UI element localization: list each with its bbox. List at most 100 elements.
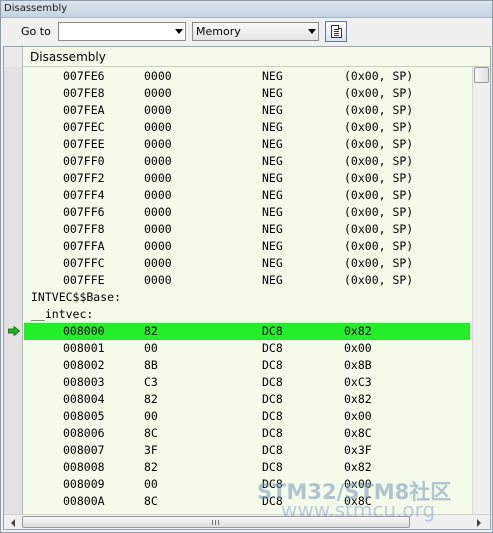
operand-cell: (0x00, SP) (344, 103, 414, 117)
mnemonic-cell: NEG (262, 171, 283, 185)
address-cell: 008005 (63, 409, 105, 423)
opcode-cell: 8C (144, 494, 158, 508)
instruction-row[interactable]: 007FF8 0000 NEG (0x00, SP) (24, 221, 470, 238)
address-cell: 008009 (63, 477, 105, 491)
instruction-row[interactable]: 008007 3F DC8 0x3F (24, 442, 470, 459)
operand-cell: (0x00, SP) (344, 120, 414, 134)
mnemonic-cell: DC8 (262, 392, 283, 406)
mnemonic-cell: DC8 (262, 426, 283, 440)
operand-cell: (0x00, SP) (344, 273, 414, 287)
goto-combobox[interactable] (58, 22, 186, 41)
goto-input[interactable] (61, 24, 169, 39)
mnemonic-cell: NEG (262, 273, 283, 287)
operand-cell: 0x82 (344, 324, 372, 338)
opcode-cell: 0000 (144, 171, 172, 185)
instruction-row[interactable]: 008005 00 DC8 0x00 (24, 408, 470, 425)
instruction-row[interactable]: 007FFE 0000 NEG (0x00, SP) (24, 272, 470, 289)
instruction-row[interactable]: 007FEC 0000 NEG (0x00, SP) (24, 119, 470, 136)
instruction-row[interactable]: 008006 8C DC8 0x8C (24, 425, 470, 442)
mnemonic-cell: NEG (262, 69, 283, 83)
operand-cell: (0x00, SP) (344, 256, 414, 270)
memory-select-value: Memory (196, 25, 241, 38)
chevron-down-icon[interactable] (308, 29, 316, 34)
vertical-scrollbar[interactable] (472, 67, 490, 514)
pane-header: Disassembly (4, 47, 490, 67)
mnemonic-cell: NEG (262, 205, 283, 219)
address-cell: 008000 (63, 324, 105, 338)
instruction-row[interactable]: 008003 C3 DC8 0xC3 (24, 374, 470, 391)
instruction-row[interactable]: 007FF4 0000 NEG (0x00, SP) (24, 187, 470, 204)
memory-select[interactable]: Memory (192, 22, 319, 41)
address-cell: 007FFE (63, 273, 105, 287)
mnemonic-cell: DC8 (262, 409, 283, 423)
operand-cell: (0x00, SP) (344, 86, 414, 100)
opcode-cell: 0000 (144, 239, 172, 253)
gutter-header (4, 47, 23, 67)
address-cell: 008001 (63, 341, 105, 355)
operand-cell: 0x8C (344, 426, 372, 440)
address-cell: 007FF4 (63, 188, 105, 202)
breakpoint-gutter[interactable] (4, 67, 23, 514)
address-cell: 008003 (63, 375, 105, 389)
disassembly-window: Disassembly Go to Memory Disassembly 007… (0, 0, 493, 533)
label-row[interactable]: INTVEC$$Base: (24, 289, 470, 306)
mnemonic-cell: NEG (262, 256, 283, 270)
window-title: Disassembly (4, 3, 68, 14)
document-button[interactable] (325, 21, 347, 42)
watermark-url: www.stmcu.org (281, 498, 436, 522)
address-cell: 00800A (63, 494, 105, 508)
instruction-row[interactable]: 007FEA 0000 NEG (0x00, SP) (24, 102, 470, 119)
code-label: __intvec: (31, 307, 94, 321)
opcode-cell: 0000 (144, 86, 172, 100)
disassembly-pane: Disassembly 007FE6 0000 NEG (0x00, SP) 007FE… (3, 46, 491, 530)
operand-cell: 0x00 (344, 409, 372, 423)
instruction-row[interactable]: 007FE6 0000 NEG (0x00, SP) (24, 68, 470, 85)
label-row[interactable]: __intvec: (24, 306, 470, 323)
instruction-row[interactable]: 007FF2 0000 NEG (0x00, SP) (24, 170, 470, 187)
mnemonic-cell: NEG (262, 103, 283, 117)
code-label: INTVEC$$Base: (31, 290, 122, 304)
operand-cell: 0x82 (344, 460, 372, 474)
address-cell: 008004 (63, 392, 105, 406)
opcode-cell: 3F (144, 443, 158, 457)
instruction-row[interactable]: 007FFA 0000 NEG (0x00, SP) (24, 238, 470, 255)
address-cell: 007FFC (63, 256, 105, 270)
disassembly-list[interactable]: 007FE6 0000 NEG (0x00, SP) 007FE8 0000 NEG (0x0… (24, 68, 470, 514)
mnemonic-cell: NEG (262, 188, 283, 202)
opcode-cell: 0000 (144, 120, 172, 134)
mnemonic-cell: DC8 (262, 358, 283, 372)
mnemonic-cell: DC8 (262, 341, 283, 355)
mnemonic-cell: NEG (262, 137, 283, 151)
opcode-cell: 0000 (144, 103, 172, 117)
mnemonic-cell: DC8 (262, 324, 283, 338)
instruction-row[interactable]: 007FE8 0000 NEG (0x00, SP) (24, 85, 470, 102)
instruction-row[interactable]: 008002 8B DC8 0x8B (24, 357, 470, 374)
operand-cell: (0x00, SP) (344, 69, 414, 83)
instruction-row[interactable]: 007FF0 0000 NEG (0x00, SP) (24, 153, 470, 170)
instruction-row[interactable]: 008004 82 DC8 0x82 (24, 391, 470, 408)
mnemonic-cell: DC8 (262, 460, 283, 474)
chevron-down-icon[interactable] (175, 29, 183, 34)
vertical-scroll-thumb[interactable] (474, 67, 489, 83)
opcode-cell: 82 (144, 324, 158, 338)
instruction-row[interactable]: 008001 00 DC8 0x00 (24, 340, 470, 357)
address-cell: 008006 (63, 426, 105, 440)
instruction-row[interactable]: 007FFC 0000 NEG (0x00, SP) (24, 255, 470, 272)
grip-icon (212, 520, 219, 525)
opcode-cell: 8C (144, 426, 158, 440)
current-instruction-row[interactable]: 008000 82 DC8 0x82 (24, 323, 470, 340)
pane-header-title: Disassembly (30, 50, 106, 64)
operand-cell: (0x00, SP) (344, 205, 414, 219)
instruction-row[interactable]: 008008 82 DC8 0x82 (24, 459, 470, 476)
instruction-row[interactable]: 007FF6 0000 NEG (0x00, SP) (24, 204, 470, 221)
mnemonic-cell: DC8 (262, 443, 283, 457)
instruction-row[interactable]: 007FEE 0000 NEG (0x00, SP) (24, 136, 470, 153)
opcode-cell: 82 (144, 460, 158, 474)
operand-cell: 0x3F (344, 443, 372, 457)
scroll-right-arrow-icon[interactable] (477, 519, 481, 527)
scroll-left-arrow-icon[interactable] (11, 519, 15, 527)
address-cell: 008008 (63, 460, 105, 474)
address-cell: 008002 (63, 358, 105, 372)
title-bar[interactable]: Disassembly (1, 1, 492, 18)
mnemonic-cell: NEG (262, 222, 283, 236)
